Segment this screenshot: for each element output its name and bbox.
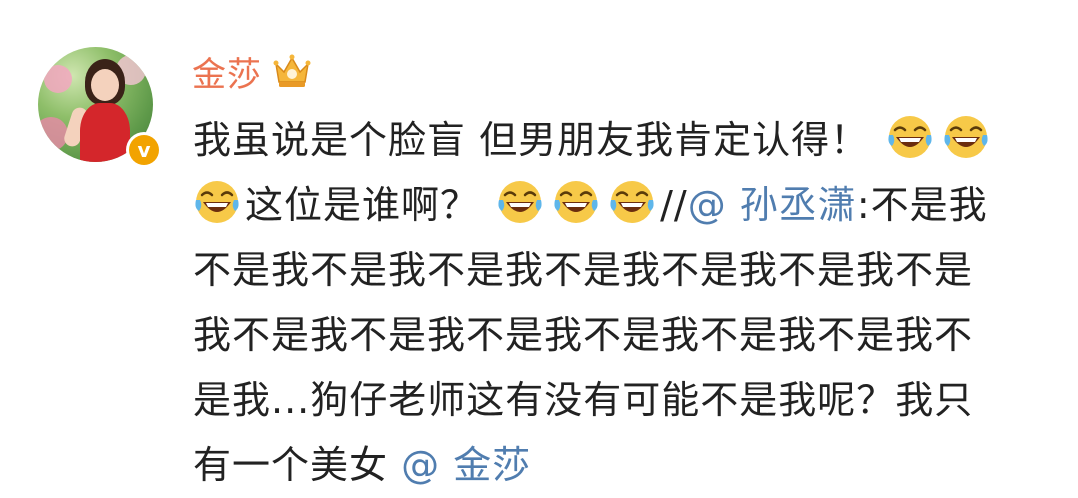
content-text: 是我...狗仔老师这有没有可能不是我呢？我只 [193,378,974,422]
laugh-cry-emoji [552,178,600,226]
laugh-cry-emoji [886,113,934,161]
repost-separator: // [660,183,688,227]
author-name[interactable]: 金莎 [192,47,262,96]
content-text: 我虽说是个脸盲 但男朋友我肯定认得！ [193,118,870,162]
content-line: 不是我不是我不是我不是我不是我不是我不是 [193,238,1053,303]
author-row: 金莎 [192,45,312,97]
laugh-cry-emoji [496,178,544,226]
laugh-cry-emoji [193,178,241,226]
content-text: :不是我 [856,183,988,227]
laugh-cry-emoji [608,178,656,226]
content-text: 有一个美女 [193,443,389,487]
verified-v-icon: v [126,132,162,168]
content-text: 我不是我不是我不是我不是我不是我不是我不 [193,313,974,357]
post-content: 我虽说是个脸盲 但男朋友我肯定认得！ 这位是谁啊？ //@ 孙丞潇:不是我 不是… [193,108,1053,498]
avatar[interactable]: v [38,47,162,168]
content-line: 我虽说是个脸盲 但男朋友我肯定认得！ [193,108,1053,173]
mention-link[interactable]: @ 孙丞潇 [688,183,857,227]
mention-link[interactable]: @ 金莎 [401,443,531,487]
content-line: 这位是谁啊？ //@ 孙丞潇:不是我 [193,173,1053,238]
laugh-cry-emoji [942,113,990,161]
content-line: 是我...狗仔老师这有没有可能不是我呢？我只 [193,368,1053,433]
content-text: 这位是谁啊？ [245,183,480,227]
content-text: 不是我不是我不是我不是我不是我不是我不是 [193,248,974,292]
content-line: 我不是我不是我不是我不是我不是我不是我不 [193,303,1053,368]
content-line: 有一个美女 @ 金莎 [193,433,1053,498]
crown-icon [273,54,311,87]
